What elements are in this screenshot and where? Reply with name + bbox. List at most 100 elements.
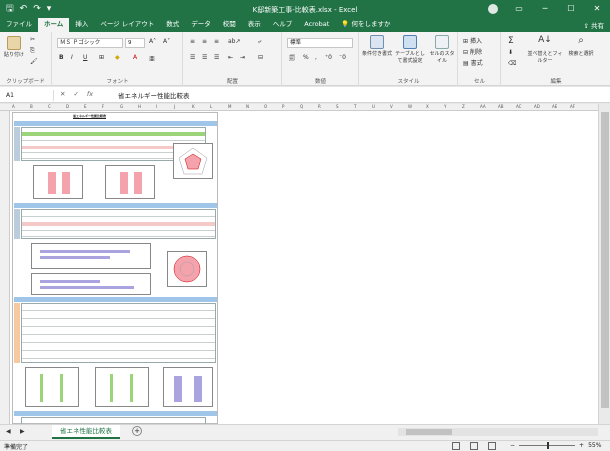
borders-icon[interactable]: ⊞ — [99, 54, 104, 61]
align-center-icon[interactable]: ☰ — [202, 54, 207, 61]
column-header-r[interactable]: R — [318, 104, 321, 109]
conditional-formatting-button[interactable]: 条件付き書式 — [362, 35, 392, 57]
next-sheet-icon[interactable]: ▶ — [20, 428, 25, 435]
clear-icon[interactable]: ⌫ — [508, 60, 516, 67]
column-header-p[interactable]: P — [282, 104, 284, 109]
autosum-icon[interactable]: Σ — [508, 36, 514, 46]
column-header-z[interactable]: Z — [462, 104, 465, 109]
column-header-b[interactable]: B — [30, 104, 33, 109]
column-header-g[interactable]: G — [120, 104, 123, 109]
ribbon-display-icon[interactable]: ▭ — [506, 0, 532, 18]
redo-icon[interactable]: ↷ — [33, 0, 41, 18]
column-header-v[interactable]: V — [390, 104, 393, 109]
format-as-table-button[interactable]: テーブルとして書式設定 — [394, 35, 426, 64]
fill-icon[interactable]: ⬇ — [508, 49, 513, 56]
column-header-f[interactable]: F — [102, 104, 104, 109]
number-format-select[interactable]: 標準 — [287, 38, 353, 48]
page-break-view-icon[interactable] — [488, 442, 496, 450]
horizontal-scroll-thumb[interactable] — [406, 429, 452, 435]
align-bottom-icon[interactable]: ≡ — [214, 38, 219, 45]
name-box[interactable]: A1 — [2, 90, 54, 101]
sheet-tab[interactable]: 省エネ性能比較表 — [52, 425, 120, 439]
percent-style-button[interactable]: % — [303, 54, 309, 61]
formula-input[interactable]: 省エネルギー性能比較表 — [118, 90, 190, 100]
column-header-af[interactable]: AF — [570, 104, 575, 109]
column-header-ab[interactable]: AB — [498, 104, 503, 109]
column-header-k[interactable]: K — [192, 104, 195, 109]
increase-indent-icon[interactable]: ⇥ — [240, 54, 245, 61]
cut-icon[interactable]: ✂ — [30, 36, 35, 43]
decrease-decimal-icon[interactable]: ⁻0 — [339, 54, 346, 61]
column-header-a[interactable]: A — [12, 104, 15, 109]
column-header-d[interactable]: D — [66, 104, 69, 109]
increase-decimal-icon[interactable]: ⁺0 — [325, 54, 332, 61]
tab-formulas[interactable]: 数式 — [160, 18, 185, 32]
cancel-icon[interactable]: ✕ — [60, 90, 65, 98]
column-header-e[interactable]: E — [84, 104, 87, 109]
bold-button[interactable]: B — [59, 54, 64, 61]
customize-qa-icon[interactable]: ▾ — [47, 0, 52, 18]
column-header-o[interactable]: O — [264, 104, 267, 109]
italic-button[interactable]: I — [71, 54, 73, 61]
column-header-ac[interactable]: AC — [516, 104, 521, 109]
align-middle-icon[interactable]: ≡ — [202, 38, 207, 45]
tab-acrobat[interactable]: Acrobat — [298, 18, 335, 32]
normal-view-icon[interactable] — [452, 442, 460, 450]
tab-home[interactable]: ホーム — [38, 18, 70, 32]
find-select-button[interactable]: ⌕ 検索と選択 — [566, 35, 596, 57]
comma-style-icon[interactable]: , — [315, 54, 317, 61]
column-header-ad[interactable]: AD — [534, 104, 540, 109]
zoom-out-icon[interactable]: − — [510, 442, 515, 449]
add-sheet-button[interactable]: + — [132, 426, 142, 436]
copy-icon[interactable]: ⎘ — [30, 47, 35, 55]
decrease-indent-icon[interactable]: ⇤ — [228, 54, 233, 61]
save-icon[interactable]: 🖫 — [6, 0, 14, 18]
column-header-q[interactable]: Q — [300, 104, 303, 109]
column-header-m[interactable]: M — [228, 104, 231, 109]
font-size-select[interactable]: 9 — [125, 38, 145, 48]
tell-me-search[interactable]: 💡 何をしますか — [335, 18, 396, 32]
vertical-scrollbar[interactable] — [598, 104, 610, 424]
tab-data[interactable]: データ — [185, 18, 217, 32]
column-header-n[interactable]: N — [246, 104, 249, 109]
tab-review[interactable]: 校閲 — [217, 18, 242, 32]
align-left-icon[interactable]: ☰ — [190, 54, 195, 61]
format-cells-button[interactable]: ▤ 書式 — [463, 58, 483, 67]
sort-filter-button[interactable]: A↓ 並べ替えとフィルター — [526, 35, 564, 64]
undo-icon[interactable]: ↶ — [20, 0, 28, 18]
column-header-j[interactable]: J — [174, 104, 175, 109]
tab-help[interactable]: ヘルプ — [267, 18, 299, 32]
minimize-icon[interactable]: ─ — [532, 0, 558, 18]
prev-sheet-icon[interactable]: ◀ — [6, 428, 11, 435]
column-header-s[interactable]: S — [336, 104, 339, 109]
insert-function-icon[interactable]: fx — [87, 90, 93, 98]
account-avatar[interactable] — [480, 0, 506, 18]
font-color-icon[interactable]: A — [133, 54, 137, 61]
maximize-icon[interactable]: ☐ — [558, 0, 584, 18]
shrink-font-icon[interactable]: A˅ — [163, 38, 170, 45]
zoom-level[interactable]: 55% — [588, 442, 601, 449]
enter-icon[interactable]: ✓ — [73, 90, 78, 98]
align-top-icon[interactable]: ≡ — [190, 38, 195, 45]
accounting-format-icon[interactable]: 🗐 — [289, 54, 295, 64]
tab-page-layout[interactable]: ページ レイアウト — [94, 18, 160, 32]
orientation-icon[interactable]: ab↗ — [228, 38, 241, 45]
phonetic-icon[interactable]: 亜 — [149, 54, 155, 63]
fill-color-icon[interactable]: ◆ — [115, 54, 120, 61]
column-header-aa[interactable]: AA — [480, 104, 486, 109]
close-icon[interactable]: ✕ — [584, 0, 610, 18]
column-header-w[interactable]: W — [408, 104, 412, 109]
column-header-ae[interactable]: AE — [552, 104, 557, 109]
tab-file[interactable]: ファイル — [0, 18, 38, 32]
tab-view[interactable]: 表示 — [242, 18, 267, 32]
column-header-u[interactable]: U — [372, 104, 375, 109]
grow-font-icon[interactable]: A˄ — [149, 38, 156, 45]
cell-styles-button[interactable]: セルのスタイル — [428, 35, 456, 64]
underline-button[interactable]: U — [83, 54, 87, 61]
column-header-i[interactable]: I — [156, 104, 157, 109]
column-header-t[interactable]: T — [354, 104, 356, 109]
delete-cells-button[interactable]: ⊟ 削除 — [463, 47, 482, 56]
zoom-slider[interactable] — [519, 442, 576, 449]
column-header-h[interactable]: H — [138, 104, 141, 109]
worksheet-grid[interactable]: A B C D E F G H I J K L M N O P Q R S T U V W X Y Z AA AB AC AD AE AF 省… — [0, 104, 598, 424]
